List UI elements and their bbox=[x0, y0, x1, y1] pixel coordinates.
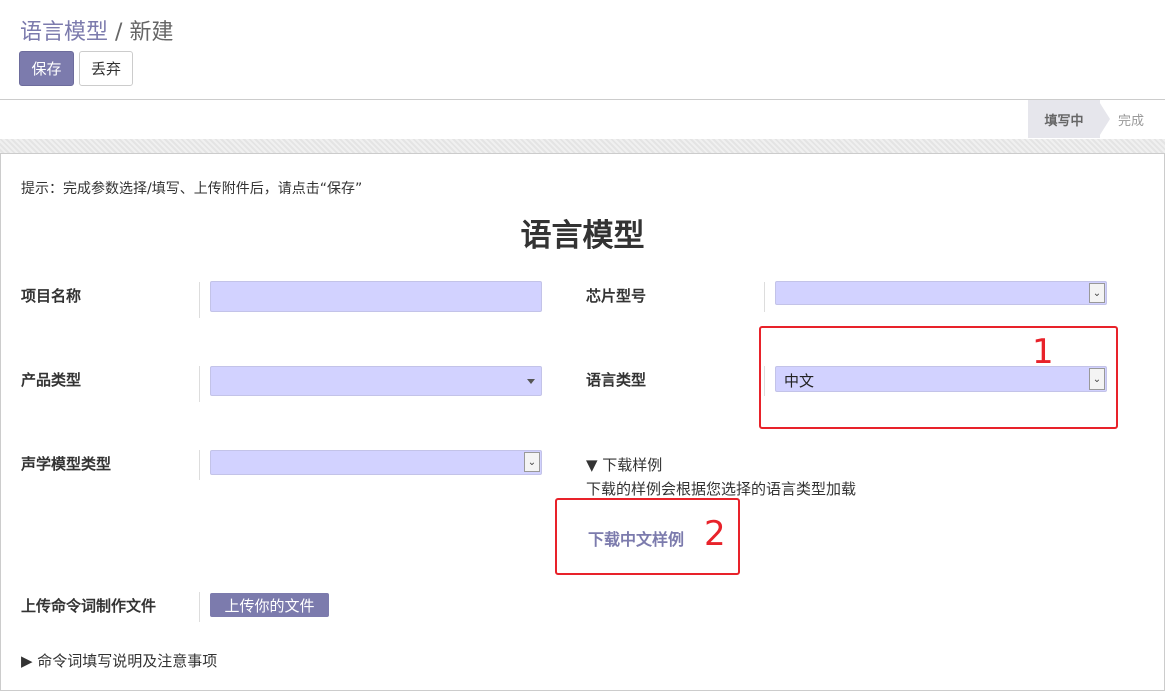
field-divider bbox=[199, 282, 200, 318]
language-type-label: 语言类型 bbox=[586, 371, 647, 389]
field-divider bbox=[199, 592, 200, 622]
breadcrumb-separator: / bbox=[115, 20, 123, 45]
annotation-box-1 bbox=[759, 326, 1118, 429]
field-divider bbox=[199, 450, 200, 480]
chip-model-select[interactable]: ⌄ bbox=[775, 281, 1107, 305]
status-step-filling[interactable]: 填写中 bbox=[1028, 100, 1100, 138]
project-name-label: 项目名称 bbox=[21, 287, 82, 305]
chevron-down-icon[interactable]: ⌄ bbox=[524, 452, 540, 472]
product-type-select[interactable] bbox=[210, 366, 542, 396]
breadcrumb-parent-link[interactable]: 语言模型 bbox=[20, 20, 108, 45]
acoustic-model-label: 声学模型类型 bbox=[21, 455, 112, 473]
download-sample-toggle[interactable]: ▼ 下载样例 bbox=[586, 454, 662, 475]
chip-model-label: 芯片型号 bbox=[586, 287, 647, 305]
discard-button[interactable]: 丢弃 bbox=[79, 51, 133, 86]
annotation-number-1: 1 bbox=[1032, 332, 1054, 372]
status-step-done[interactable]: 完成 bbox=[1118, 100, 1144, 138]
download-chinese-sample-link[interactable]: 下载中文样例 bbox=[588, 526, 684, 550]
instructions-toggle[interactable]: ▶ 命令词填写说明及注意事项 bbox=[21, 650, 217, 671]
caret-down-icon bbox=[527, 379, 535, 384]
breadcrumb-current: 新建 bbox=[129, 20, 174, 45]
download-sample-description: 下载的样例会根据您选择的语言类型加载 bbox=[586, 480, 857, 498]
product-type-label: 产品类型 bbox=[21, 371, 82, 389]
field-divider bbox=[764, 282, 765, 312]
breadcrumb: 语言模型 / 新建 bbox=[20, 14, 173, 46]
upload-label: 上传命令词制作文件 bbox=[21, 597, 157, 615]
annotation-number-2: 2 bbox=[704, 514, 726, 554]
upload-file-button[interactable]: 上传你的文件 bbox=[210, 593, 329, 617]
project-name-input[interactable] bbox=[210, 281, 542, 312]
form-hint: 提示：完成参数选择/填写、上传附件后，请点击“保存” bbox=[21, 181, 363, 197]
chevron-down-icon[interactable]: ⌄ bbox=[1089, 283, 1105, 303]
save-button[interactable]: 保存 bbox=[19, 51, 74, 86]
acoustic-model-select[interactable]: ⌄ bbox=[210, 450, 542, 475]
sheet-background bbox=[0, 139, 1165, 154]
field-divider bbox=[199, 366, 200, 402]
statusbar bbox=[0, 100, 1165, 139]
form-title: 语言模型 bbox=[520, 218, 645, 254]
status-arrow-icon bbox=[1098, 100, 1110, 138]
